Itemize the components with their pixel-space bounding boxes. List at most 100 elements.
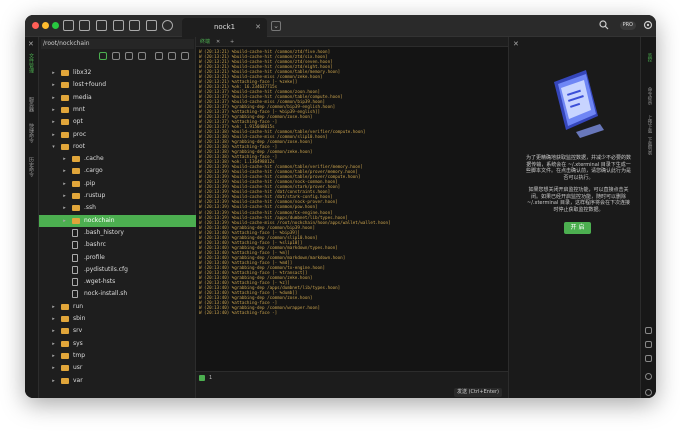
tree-item[interactable]: ▸ media (39, 92, 196, 104)
chevron-right-icon[interactable]: ▸ (51, 375, 56, 387)
tree-item[interactable]: ▸ opt (39, 116, 196, 128)
tree-item[interactable]: ▸ lost+found (39, 79, 196, 91)
sync-icon[interactable] (645, 373, 652, 380)
tree-item[interactable]: ▸ run (39, 301, 196, 313)
home-icon[interactable] (112, 52, 120, 60)
chevron-right-icon[interactable]: ▸ (51, 325, 56, 337)
chevron-right-icon[interactable]: ▸ (51, 104, 56, 116)
list-icon[interactable] (146, 20, 157, 31)
file-icon[interactable] (79, 20, 90, 31)
tree-item[interactable]: ▸ tmp (39, 350, 196, 362)
sidebar-item-download-list[interactable]: 下载列表 (646, 137, 652, 155)
settings-icon[interactable] (645, 389, 652, 396)
tree-item[interactable]: ▸ .cache (39, 153, 196, 165)
view-icon[interactable] (138, 52, 146, 60)
start-monitor-button[interactable]: 开 启 (564, 222, 591, 234)
terminal-tabbar: 终端 ✕ + (196, 37, 508, 47)
new-window-icon[interactable] (63, 20, 74, 31)
layout-icon[interactable] (645, 341, 652, 348)
tree-item[interactable]: ▸ nockchain (39, 214, 196, 227)
sidebar-item-monitor[interactable]: 监控 (646, 53, 652, 62)
tree-item[interactable]: ▸ sys (39, 338, 196, 350)
chevron-right-icon[interactable]: ▸ (51, 129, 56, 141)
chevron-right-icon[interactable]: ▸ (62, 165, 67, 177)
right-sidebar: 监控 命令提示 上传下载 下载列表 (640, 37, 656, 398)
tab-terminal[interactable]: 终端 (200, 37, 210, 47)
send-button[interactable]: 发送 (Ctrl+Enter) (454, 388, 502, 397)
export-icon[interactable] (645, 327, 652, 334)
split-icon[interactable] (129, 20, 140, 31)
tree-item[interactable]: ▸ srv (39, 325, 196, 337)
tab-close-icon[interactable]: ✕ (255, 18, 261, 37)
tree-item-label: nockchain (84, 216, 115, 224)
chevron-right-icon[interactable]: ▸ (62, 153, 67, 165)
tree-item[interactable]: .bash_history (39, 227, 196, 239)
chevron-right-icon[interactable]: ▸ (51, 79, 56, 91)
tree-item[interactable]: .bashrc (39, 239, 196, 251)
terminal-pane: 终端 ✕ + W (20:13:21) %build-cache-hit /co… (196, 37, 508, 398)
sidebar-item-servers[interactable]: 服务器 (28, 97, 35, 112)
tree-item[interactable]: ▸ libx32 (39, 67, 196, 79)
sidebar-item-command-hints[interactable]: 命令提示 (646, 87, 652, 105)
chevron-down-icon[interactable]: ▾ (51, 141, 56, 153)
tab-dropdown-icon[interactable]: ⌄ (271, 21, 281, 31)
tool-icon[interactable] (162, 20, 173, 31)
sidebar-item-files[interactable]: 文件管理 (28, 53, 35, 73)
chevron-right-icon[interactable]: ▸ (51, 313, 56, 325)
tree-item[interactable]: .wget-hsts (39, 276, 196, 288)
terminal-icon[interactable] (96, 20, 107, 31)
list-view-icon[interactable] (645, 355, 652, 362)
sidebar-item-quick-commands[interactable]: 快捷命令 (28, 123, 35, 143)
tree-item[interactable]: .pydistutils.cfg (39, 264, 196, 276)
sidebar-item-transfer[interactable]: 上传下载 (646, 115, 652, 133)
tree-item[interactable]: ▸ usr (39, 362, 196, 374)
collapse-icon[interactable]: ✕ (28, 40, 34, 48)
folder-icon (72, 193, 80, 199)
folder-icon (61, 328, 69, 335)
maximize-window-button[interactable] (52, 22, 59, 29)
tree-item[interactable]: ▸ proc (39, 129, 196, 141)
tree-item[interactable]: ▸ .ssh (39, 202, 196, 214)
chevron-right-icon[interactable]: ▸ (51, 362, 56, 374)
tree-item[interactable]: ▸ var (39, 375, 196, 387)
file-icon (72, 290, 78, 299)
chevron-right-icon[interactable]: ▸ (51, 301, 56, 313)
expand-icon[interactable] (125, 52, 133, 60)
search-icon[interactable] (599, 20, 609, 30)
tree-item[interactable]: ▸ .rustup (39, 190, 196, 202)
close-window-button[interactable] (32, 22, 39, 29)
minimize-window-button[interactable] (42, 22, 49, 29)
path-bar[interactable]: /root/nockchain (41, 39, 194, 49)
chevron-right-icon[interactable]: ▸ (62, 215, 67, 227)
locate-icon[interactable] (99, 52, 107, 60)
chevron-right-icon[interactable]: ▸ (51, 92, 56, 104)
tree-item[interactable]: nock-install.sh (39, 288, 196, 300)
tree-item[interactable]: ▸ .pip (39, 178, 196, 190)
pro-badge[interactable]: PRO (619, 21, 636, 30)
panel-close-icon[interactable]: ✕ (513, 40, 519, 48)
command-input-box[interactable]: 1 发送 (Ctrl+Enter) (196, 371, 508, 398)
upload-icon[interactable] (168, 52, 176, 60)
more-icon[interactable] (181, 52, 189, 60)
folder-icon (61, 352, 69, 359)
add-terminal-icon[interactable]: + (230, 37, 234, 47)
chevron-right-icon[interactable]: ▸ (51, 350, 56, 362)
tree-item[interactable]: ▸ sbin (39, 313, 196, 325)
chevron-right-icon[interactable]: ▸ (62, 202, 67, 214)
terminal-output[interactable]: W (20:13:21) %build-cache-hit /common/zt… (199, 49, 505, 349)
chevron-right-icon[interactable]: ▸ (62, 178, 67, 190)
sliders-icon[interactable] (113, 20, 124, 31)
tree-item[interactable]: ▸ .cargo (39, 165, 196, 177)
chevron-right-icon[interactable]: ▸ (51, 67, 56, 79)
tab-nock1[interactable]: nock1 ✕ (182, 18, 267, 37)
tree-item[interactable]: .profile (39, 252, 196, 264)
tree-item[interactable]: ▸ mnt (39, 104, 196, 116)
terminal-tab-close-icon[interactable]: ✕ (216, 37, 220, 47)
sidebar-item-history[interactable]: 历史命令 (28, 157, 35, 177)
chevron-right-icon[interactable]: ▸ (51, 338, 56, 350)
tree-item[interactable]: ▾ root (39, 141, 196, 153)
gear-icon[interactable] (643, 20, 653, 30)
chevron-right-icon[interactable]: ▸ (51, 116, 56, 128)
refresh-icon[interactable] (155, 52, 163, 60)
chevron-right-icon[interactable]: ▸ (62, 190, 67, 202)
